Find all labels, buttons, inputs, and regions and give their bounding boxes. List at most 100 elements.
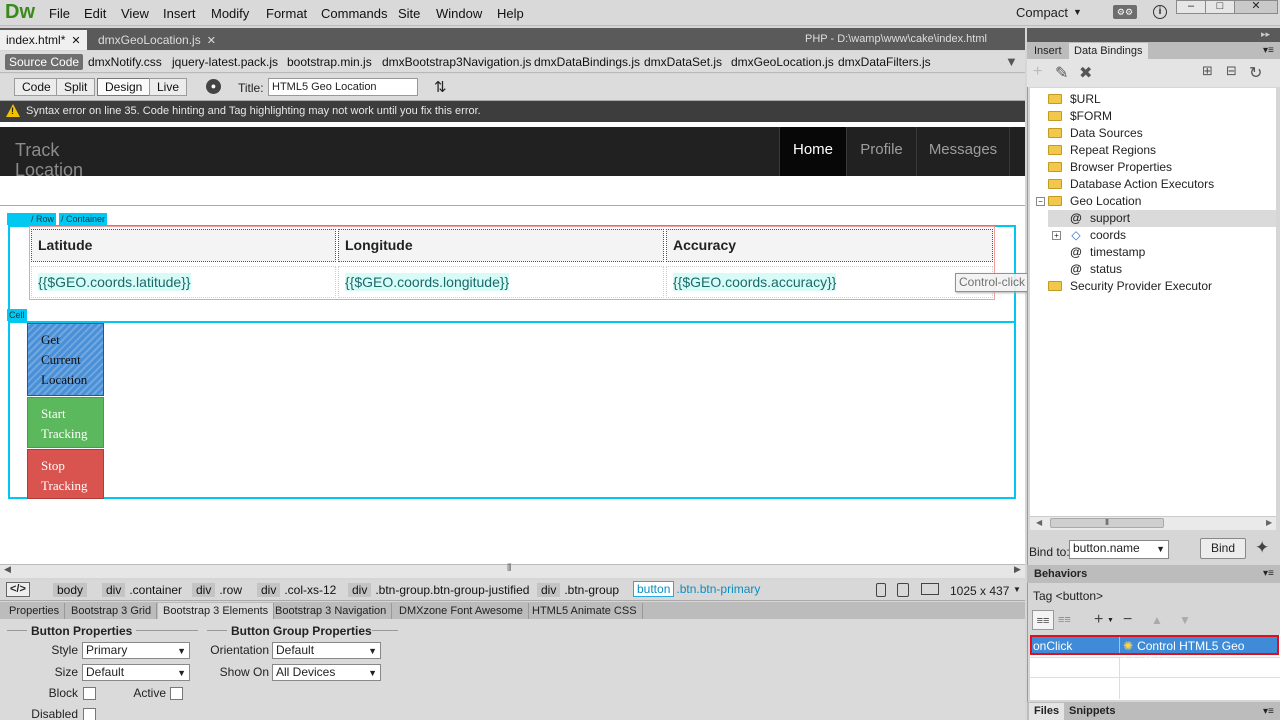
orientation-select[interactable]: Default ▼ bbox=[272, 642, 381, 659]
edit-icon[interactable]: ✎ bbox=[1055, 63, 1068, 83]
breadcrumb-body[interactable]: body bbox=[53, 583, 91, 598]
tree-item-timestamp[interactable]: @ timestamp bbox=[1048, 244, 1276, 261]
tab-index-html[interactable]: index.html* ✕ bbox=[0, 30, 87, 50]
expand-all-icon[interactable]: ⊞ bbox=[1202, 63, 1213, 79]
breadcrumb-row[interactable]: div .row bbox=[192, 583, 242, 598]
tree-item-form[interactable]: $FORM bbox=[1048, 108, 1276, 125]
move-down-icon[interactable]: ▼ bbox=[1179, 610, 1191, 630]
behavior-action[interactable]: ✺ Control HTML5 Geo Location bbox=[1123, 639, 1280, 667]
breadcrumb-button-selected[interactable]: button .btn.btn-primary bbox=[633, 581, 760, 598]
close-button[interactable]: ✕ bbox=[1234, 0, 1278, 14]
tab-files[interactable]: Files bbox=[1029, 703, 1065, 720]
workspace-switcher[interactable]: Compact bbox=[1016, 5, 1068, 20]
scroll-left-icon[interactable]: ◀ bbox=[1036, 518, 1042, 527]
scroll-grip-icon[interactable]: ⦀ bbox=[507, 563, 511, 574]
size-select[interactable]: Default ▼ bbox=[82, 664, 190, 681]
show-all-events-icon[interactable]: ≡≡ bbox=[1058, 610, 1071, 630]
disabled-checkbox[interactable] bbox=[83, 708, 96, 720]
active-checkbox[interactable] bbox=[170, 687, 183, 700]
sync-settings-icon[interactable]: ⚙⚙ bbox=[1113, 5, 1137, 19]
tab-insert[interactable]: Insert bbox=[1029, 43, 1067, 59]
panel-menu-icon[interactable]: ▾≡ bbox=[1263, 568, 1274, 579]
tab-dmxgeolocation-js[interactable]: dmxGeoLocation.js ✕ bbox=[92, 30, 222, 50]
collapse-icon[interactable]: ▸▸ bbox=[1261, 29, 1270, 40]
table-header[interactable]: Longitude bbox=[338, 229, 664, 262]
tab-properties[interactable]: Properties bbox=[4, 603, 66, 619]
collapse-all-icon[interactable]: ⊟ bbox=[1226, 63, 1237, 79]
related-file[interactable]: dmxDataFilters.js bbox=[838, 55, 931, 69]
tablet-size-icon[interactable] bbox=[897, 583, 909, 597]
menu-view[interactable]: View bbox=[121, 6, 149, 21]
title-input[interactable]: HTML5 Geo Location bbox=[268, 78, 418, 96]
tree-item-database-action-executors[interactable]: Database Action Executors bbox=[1048, 176, 1276, 193]
desktop-size-icon[interactable] bbox=[921, 583, 939, 595]
tab-bootstrap-grid[interactable]: Bootstrap 3 Grid bbox=[66, 603, 158, 619]
breadcrumb-btn-group-justified[interactable]: div .btn-group.btn-group-justified bbox=[348, 583, 529, 598]
scroll-right-icon[interactable]: ▶ bbox=[1266, 518, 1272, 527]
menu-edit[interactable]: Edit bbox=[84, 6, 106, 21]
chevron-down-icon[interactable]: ▼ bbox=[1013, 585, 1021, 594]
tree-item-data-sources[interactable]: Data Sources bbox=[1048, 125, 1276, 142]
behaviors-title[interactable]: Behaviors bbox=[1034, 568, 1087, 580]
code-view-button[interactable]: Code bbox=[14, 78, 59, 96]
start-tracking-button[interactable]: Start Tracking bbox=[27, 397, 104, 448]
related-file[interactable]: dmxNotify.css bbox=[88, 55, 162, 69]
scroll-thumb[interactable]: ⦀ bbox=[1050, 518, 1164, 528]
tree-item-url[interactable]: $URL bbox=[1048, 91, 1276, 108]
add-behavior-icon[interactable]: + bbox=[1094, 610, 1103, 630]
split-view-button[interactable]: Split bbox=[56, 78, 96, 96]
menu-help[interactable]: Help bbox=[497, 6, 524, 21]
cell-tag-label[interactable]: Cell bbox=[7, 309, 27, 321]
breadcrumb-btn-group[interactable]: div .btn-group bbox=[537, 583, 619, 598]
scroll-right-icon[interactable]: ▶ bbox=[1014, 564, 1021, 575]
close-icon[interactable]: ✕ bbox=[71, 35, 80, 47]
table-cell[interactable]: {{$GEO.coords.accuracy}} bbox=[666, 266, 993, 298]
tab-data-bindings[interactable]: Data Bindings bbox=[1069, 43, 1148, 59]
related-file[interactable]: dmxGeoLocation.js bbox=[731, 55, 834, 69]
related-file[interactable]: bootstrap.min.js bbox=[287, 55, 372, 69]
file-management-icon[interactable]: ⇅ bbox=[434, 78, 447, 96]
tab-font-awesome[interactable]: DMXzone Font Awesome bbox=[394, 603, 529, 619]
tree-item-repeat-regions[interactable]: Repeat Regions bbox=[1048, 142, 1276, 159]
chevron-down-icon[interactable]: ▼ bbox=[1073, 7, 1082, 17]
tree-item-security-provider-executor[interactable]: Security Provider Executor bbox=[1048, 278, 1276, 295]
show-on-select[interactable]: All Devices ▼ bbox=[272, 664, 381, 681]
tree-item-status[interactable]: @ status bbox=[1048, 261, 1276, 278]
tab-animate-css[interactable]: HTML5 Animate CSS bbox=[527, 603, 643, 619]
tab-bootstrap-elements[interactable]: Bootstrap 3 Elements bbox=[158, 603, 275, 619]
block-checkbox[interactable] bbox=[83, 687, 96, 700]
menu-file[interactable]: File bbox=[49, 6, 70, 21]
horizontal-scrollbar[interactable] bbox=[0, 564, 1025, 578]
window-size[interactable]: 1025 x 437 bbox=[950, 584, 1009, 598]
nav-messages[interactable]: Messages bbox=[916, 127, 1010, 176]
menu-site[interactable]: Site bbox=[398, 6, 420, 21]
tree-item-coords[interactable]: ◇ coords bbox=[1048, 227, 1276, 244]
tree-item-browser-properties[interactable]: Browser Properties bbox=[1048, 159, 1276, 176]
table-cell[interactable]: {{$GEO.coords.longitude}} bbox=[338, 266, 664, 298]
related-file[interactable]: dmxDataBindings.js bbox=[534, 55, 640, 69]
navbar-brand[interactable]: Track Location bbox=[15, 140, 83, 180]
related-file[interactable]: jquery-latest.pack.js bbox=[172, 55, 278, 69]
remove-behavior-icon[interactable]: − bbox=[1123, 610, 1132, 630]
design-view-button[interactable]: Design bbox=[97, 78, 151, 96]
tree-item-geo-location[interactable]: Geo Location bbox=[1048, 193, 1276, 210]
chevron-down-icon[interactable]: ▼ bbox=[1107, 617, 1114, 624]
globe-icon[interactable]: ● bbox=[206, 79, 221, 94]
breadcrumb-container[interactable]: div .container bbox=[102, 583, 182, 598]
menu-commands[interactable]: Commands bbox=[321, 6, 387, 21]
related-file[interactable]: dmxBootstrap3Navigation.js bbox=[382, 55, 531, 69]
breadcrumb-col[interactable]: div .col-xs-12 bbox=[257, 583, 336, 598]
collapse-node-icon[interactable]: − bbox=[1036, 197, 1045, 206]
style-select[interactable]: Primary ▼ bbox=[82, 642, 190, 659]
nav-profile[interactable]: Profile bbox=[846, 127, 916, 176]
table-header[interactable]: Latitude bbox=[31, 229, 336, 262]
mobile-size-icon[interactable] bbox=[876, 583, 886, 597]
move-up-icon[interactable]: ▲ bbox=[1151, 610, 1163, 630]
scroll-left-icon[interactable]: ◀ bbox=[4, 564, 11, 575]
bind-to-select[interactable]: button.name ▼ bbox=[1069, 540, 1169, 559]
refresh-icon[interactable]: ↻ bbox=[1249, 63, 1262, 83]
show-set-events-icon[interactable]: ≡≡ bbox=[1032, 610, 1054, 630]
row-tag-label[interactable]: / Row bbox=[29, 213, 57, 225]
bind-button[interactable]: Bind bbox=[1200, 538, 1246, 559]
table-header[interactable]: Accuracy bbox=[666, 229, 993, 262]
